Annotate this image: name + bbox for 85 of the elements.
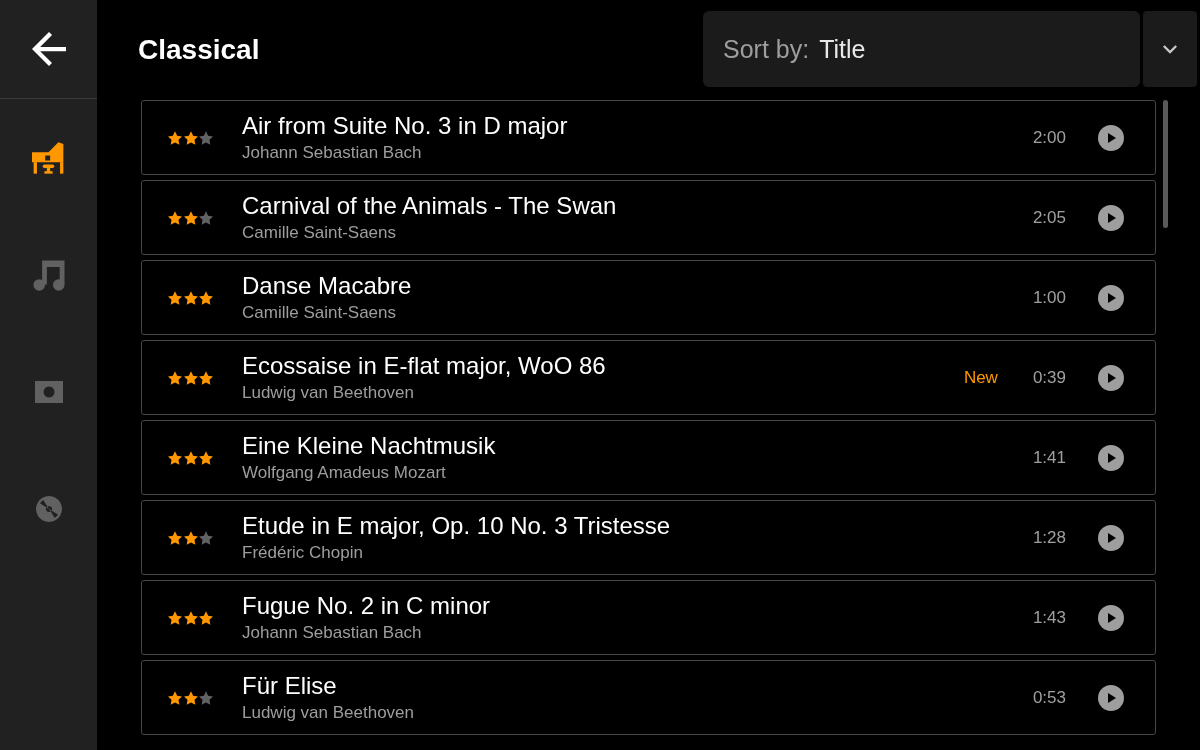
track-title: Danse Macabre [242, 272, 412, 300]
track-row[interactable]: Eine Kleine Nachtmusik Wolfgang Amadeus Mozart 1:41 [141, 420, 1156, 495]
track-row[interactable]: Air from Suite No. 3 in D major Johann Sebastian Bach 2:00 [141, 100, 1156, 175]
track-row[interactable]: Carnival of the Animals - The Swan Camille Saint-Saens 2:05 [141, 180, 1156, 255]
star-icon [199, 530, 213, 545]
star-icon [183, 530, 198, 545]
scrollbar[interactable] [1163, 100, 1168, 228]
star-icon [199, 290, 213, 305]
play-button[interactable] [1098, 604, 1124, 631]
star-icon [168, 130, 182, 145]
track-title: Fugue No. 2 in C minor [242, 592, 491, 620]
photo-icon [34, 378, 63, 405]
track-artist: Johann Sebastian Bach [242, 143, 422, 163]
track-duration: 0:53 [1032, 687, 1066, 708]
piano-icon [32, 141, 65, 174]
track-duration: 0:39 [1032, 367, 1066, 388]
star-icon [183, 130, 198, 145]
star-icon [199, 690, 213, 705]
play-icon [1108, 292, 1116, 303]
track-row[interactable]: Etude in E major, Op. 10 No. 3 Tristesse Frédéric Chopin 1:28 [141, 500, 1156, 575]
track-title: Ecossaise in E-flat major, WoO 86 [242, 352, 606, 380]
play-icon [1108, 372, 1116, 383]
track-duration: 1:43 [1032, 607, 1066, 628]
play-button[interactable] [1098, 284, 1124, 311]
track-artist: Wolfgang Amadeus Mozart [242, 463, 446, 483]
track-row[interactable]: Ecossaise in E-flat major, WoO 86 Ludwig van Beethoven New 0:39 [141, 340, 1156, 415]
track-title: Eine Kleine Nachtmusik [242, 432, 496, 460]
track-duration: 1:00 [1032, 287, 1066, 308]
track-row[interactable]: Fugue No. 2 in C minor Johann Sebastian Bach 1:43 [141, 580, 1156, 655]
track-title: Etude in E major, Op. 10 No. 3 Tristesse [242, 512, 671, 540]
play-icon [1108, 612, 1116, 623]
play-button[interactable] [1098, 524, 1124, 551]
track-title: Für Elise [242, 672, 337, 700]
track-artist: Ludwig van Beethoven [242, 383, 415, 403]
back-button[interactable] [31, 32, 66, 66]
play-icon [1108, 692, 1116, 703]
play-button[interactable] [1098, 444, 1124, 471]
play-icon [1108, 132, 1116, 143]
star-icon [168, 290, 182, 305]
track-title: Carnival of the Animals - The Swan [242, 192, 617, 220]
star-icon [183, 290, 198, 305]
track-artist: Camille Saint-Saens [242, 223, 396, 243]
sort-label: Sort by: [723, 34, 810, 64]
star-icon [168, 210, 182, 225]
star-icon [183, 450, 198, 465]
play-button[interactable] [1098, 364, 1124, 391]
star-icon [199, 210, 213, 225]
star-icon [168, 610, 182, 625]
track-duration: 1:28 [1032, 527, 1066, 548]
play-icon [1108, 532, 1116, 543]
star-icon [199, 130, 213, 145]
track-artist: Ludwig van Beethoven [242, 703, 415, 723]
star-icon [168, 370, 182, 385]
play-button[interactable] [1098, 204, 1124, 231]
chevron-down-icon [1163, 44, 1177, 54]
track-duration: 2:00 [1032, 127, 1066, 148]
star-icon [168, 450, 182, 465]
sort-dropdown[interactable]: Sort by: Title [703, 11, 1140, 87]
track-artist: Frédéric Chopin [242, 543, 363, 563]
sort-value: Title [819, 34, 866, 64]
star-icon [168, 530, 182, 545]
star-icon [183, 370, 198, 385]
star-icon [199, 610, 213, 625]
star-icon [183, 690, 198, 705]
track-artist: Johann Sebastian Bach [242, 623, 422, 643]
play-button[interactable] [1098, 124, 1124, 151]
star-icon [199, 450, 213, 465]
track-artist: Camille Saint-Saens [242, 303, 396, 323]
track-duration: 2:05 [1032, 207, 1066, 228]
music-notes-icon [32, 258, 65, 291]
play-button[interactable] [1098, 684, 1124, 711]
track-duration: 1:41 [1032, 447, 1066, 468]
star-icon [199, 370, 213, 385]
track-title: Air from Suite No. 3 in D major [242, 112, 568, 140]
star-icon [183, 610, 198, 625]
star-icon [183, 210, 198, 225]
track-row[interactable]: Für Elise Ludwig van Beethoven 0:53 [141, 660, 1156, 735]
page-title: Classical [138, 33, 260, 67]
play-icon [1108, 452, 1116, 463]
new-label: New [963, 367, 998, 388]
play-icon [1108, 212, 1116, 223]
track-row[interactable]: Danse Macabre Camille Saint-Saens 1:00 [141, 260, 1156, 335]
nav-button[interactable] [32, 141, 65, 174]
back-arrow-icon [31, 32, 66, 66]
star-icon [168, 690, 182, 705]
